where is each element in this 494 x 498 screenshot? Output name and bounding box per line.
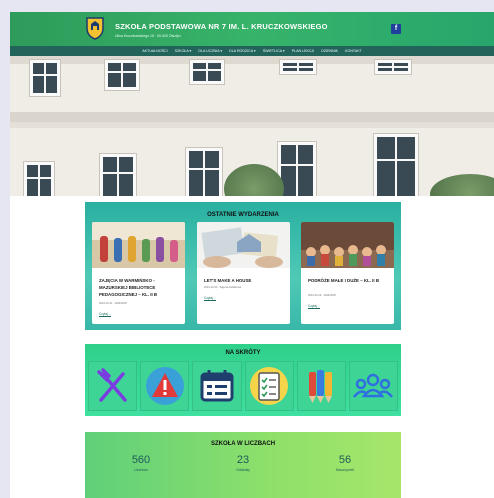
tree (224, 164, 284, 196)
building-cornice (10, 56, 494, 64)
shortcut-tile-people[interactable] (348, 361, 399, 411)
facebook-icon[interactable]: f (391, 24, 401, 34)
warning-icon[interactable] (144, 365, 186, 407)
event-title[interactable]: PODRÓŻE MAŁE I DUŻE – KL. II B (308, 277, 388, 284)
nav-item-swietlica[interactable]: Świetlica ▾ (263, 49, 285, 53)
building-window (280, 60, 316, 74)
building-window (374, 134, 418, 196)
stat-label: Uczniów (134, 468, 148, 472)
building-window (30, 60, 60, 96)
school-crest-icon[interactable] (85, 16, 105, 40)
building-ledge (10, 122, 494, 128)
shortcut-tile-menu[interactable] (88, 361, 138, 411)
stat-value: 560 (131, 454, 151, 466)
building-window (186, 148, 222, 196)
building-ledge (10, 112, 494, 122)
nav-item-dziennik[interactable]: Dziennik (321, 49, 338, 53)
building-window (375, 60, 411, 74)
event-meta: 2024-10-31 · 2024/2025 (99, 302, 127, 305)
event-title[interactable]: ZAJĘCIA W WARMIŃSKO - MAZURSKIEJ BIBLIOT… (99, 277, 179, 298)
nav-item-kontakt[interactable]: Kontakt (345, 49, 362, 53)
shortcut-tiles (88, 361, 399, 411)
stats-title: SZKOŁA W LICZBACH (210, 441, 276, 447)
event-card[interactable]: PODRÓŻE MAŁE I DUŻE – KL. II B 2024-10-2… (301, 222, 394, 324)
stat-label: Oddziały (236, 468, 250, 472)
building-window (190, 60, 224, 84)
page: SZKOŁA PODSTAWOWA NR 7 IM. L. KRUCZKOWSK… (10, 12, 494, 498)
building-window (100, 154, 136, 196)
school-stats-section: SZKOŁA W LICZBACH 560 Uczniów 23 Oddział… (85, 432, 401, 498)
stat-teachers: 56 Nauczycieli (305, 454, 385, 472)
shortcuts-section: NA SKRÓTY (85, 344, 401, 416)
read-more-link[interactable]: Czytaj... (99, 312, 111, 317)
shortcut-tile-checklist[interactable] (244, 361, 294, 411)
stat-students: 560 Uczniów (101, 454, 181, 472)
event-photo[interactable] (301, 222, 394, 268)
event-meta: 2024-10-29 · 2024/2025 (308, 294, 336, 297)
tree (430, 174, 494, 196)
people-icon[interactable] (352, 366, 394, 406)
school-address: Ulica Kruczkowskiego 15 · 00-000 Olsztyn (115, 34, 181, 38)
nav-item-dla-ucznia[interactable]: Dla ucznia ▾ (198, 49, 222, 53)
stat-value: 23 (236, 454, 250, 466)
nav-item-szkola[interactable]: Szkoła ▾ (175, 49, 192, 53)
building-window (105, 60, 139, 90)
read-more-link[interactable]: Czytaj... (308, 304, 320, 309)
event-card[interactable]: LET'S MAKE A HOUSE 2024-10-30 · Zajęcia … (197, 222, 290, 324)
main-navigation: Aktualności Szkoła ▾ Dla ucznia ▾ Dla ro… (10, 46, 494, 56)
nav-item-aktualnosci[interactable]: Aktualności (142, 49, 167, 53)
building-window (24, 162, 54, 196)
calendar-icon[interactable] (197, 366, 237, 406)
event-photo[interactable] (197, 222, 290, 268)
nav-item-plan-lekcji[interactable]: Plan lekcji (292, 49, 315, 53)
cutlery-icon[interactable] (93, 366, 133, 406)
event-meta: 2024-10-30 · Zajęcia dodatkowe (204, 286, 242, 289)
shortcuts-title: NA SKRÓTY (225, 350, 261, 356)
stat-value: 56 (338, 454, 352, 466)
site-header: SZKOŁA PODSTAWOWA NR 7 IM. L. KRUCZKOWSK… (10, 12, 494, 46)
shortcut-tile-pencils[interactable] (296, 361, 346, 411)
event-title[interactable]: LET'S MAKE A HOUSE (204, 277, 284, 284)
events-title: OSTATNIE WYDARZENIA (207, 212, 279, 218)
school-name[interactable]: SZKOŁA PODSTAWOWA NR 7 IM. L. KRUCZKOWSK… (115, 22, 328, 31)
stat-label: Nauczycieli (335, 468, 355, 472)
latest-events-section: OSTATNIE WYDARZENIA ZAJĘCIA W WARMIŃSKO … (85, 202, 401, 330)
event-card[interactable]: ZAJĘCIA W WARMIŃSKO - MAZURSKIEJ BIBLIOT… (92, 222, 185, 324)
nav-item-dla-rodzica[interactable]: Dla rodzica ▾ (229, 49, 256, 53)
read-more-link[interactable]: Czytaj... (204, 296, 216, 301)
shortcut-tile-calendar[interactable] (192, 361, 242, 411)
pencils-icon[interactable] (301, 366, 341, 406)
event-photo[interactable] (92, 222, 185, 268)
hero-building-photo (10, 56, 494, 196)
shortcut-tile-alert[interactable] (140, 361, 190, 411)
stat-classes: 23 Oddziały (203, 454, 283, 472)
checklist-icon[interactable] (248, 365, 290, 407)
